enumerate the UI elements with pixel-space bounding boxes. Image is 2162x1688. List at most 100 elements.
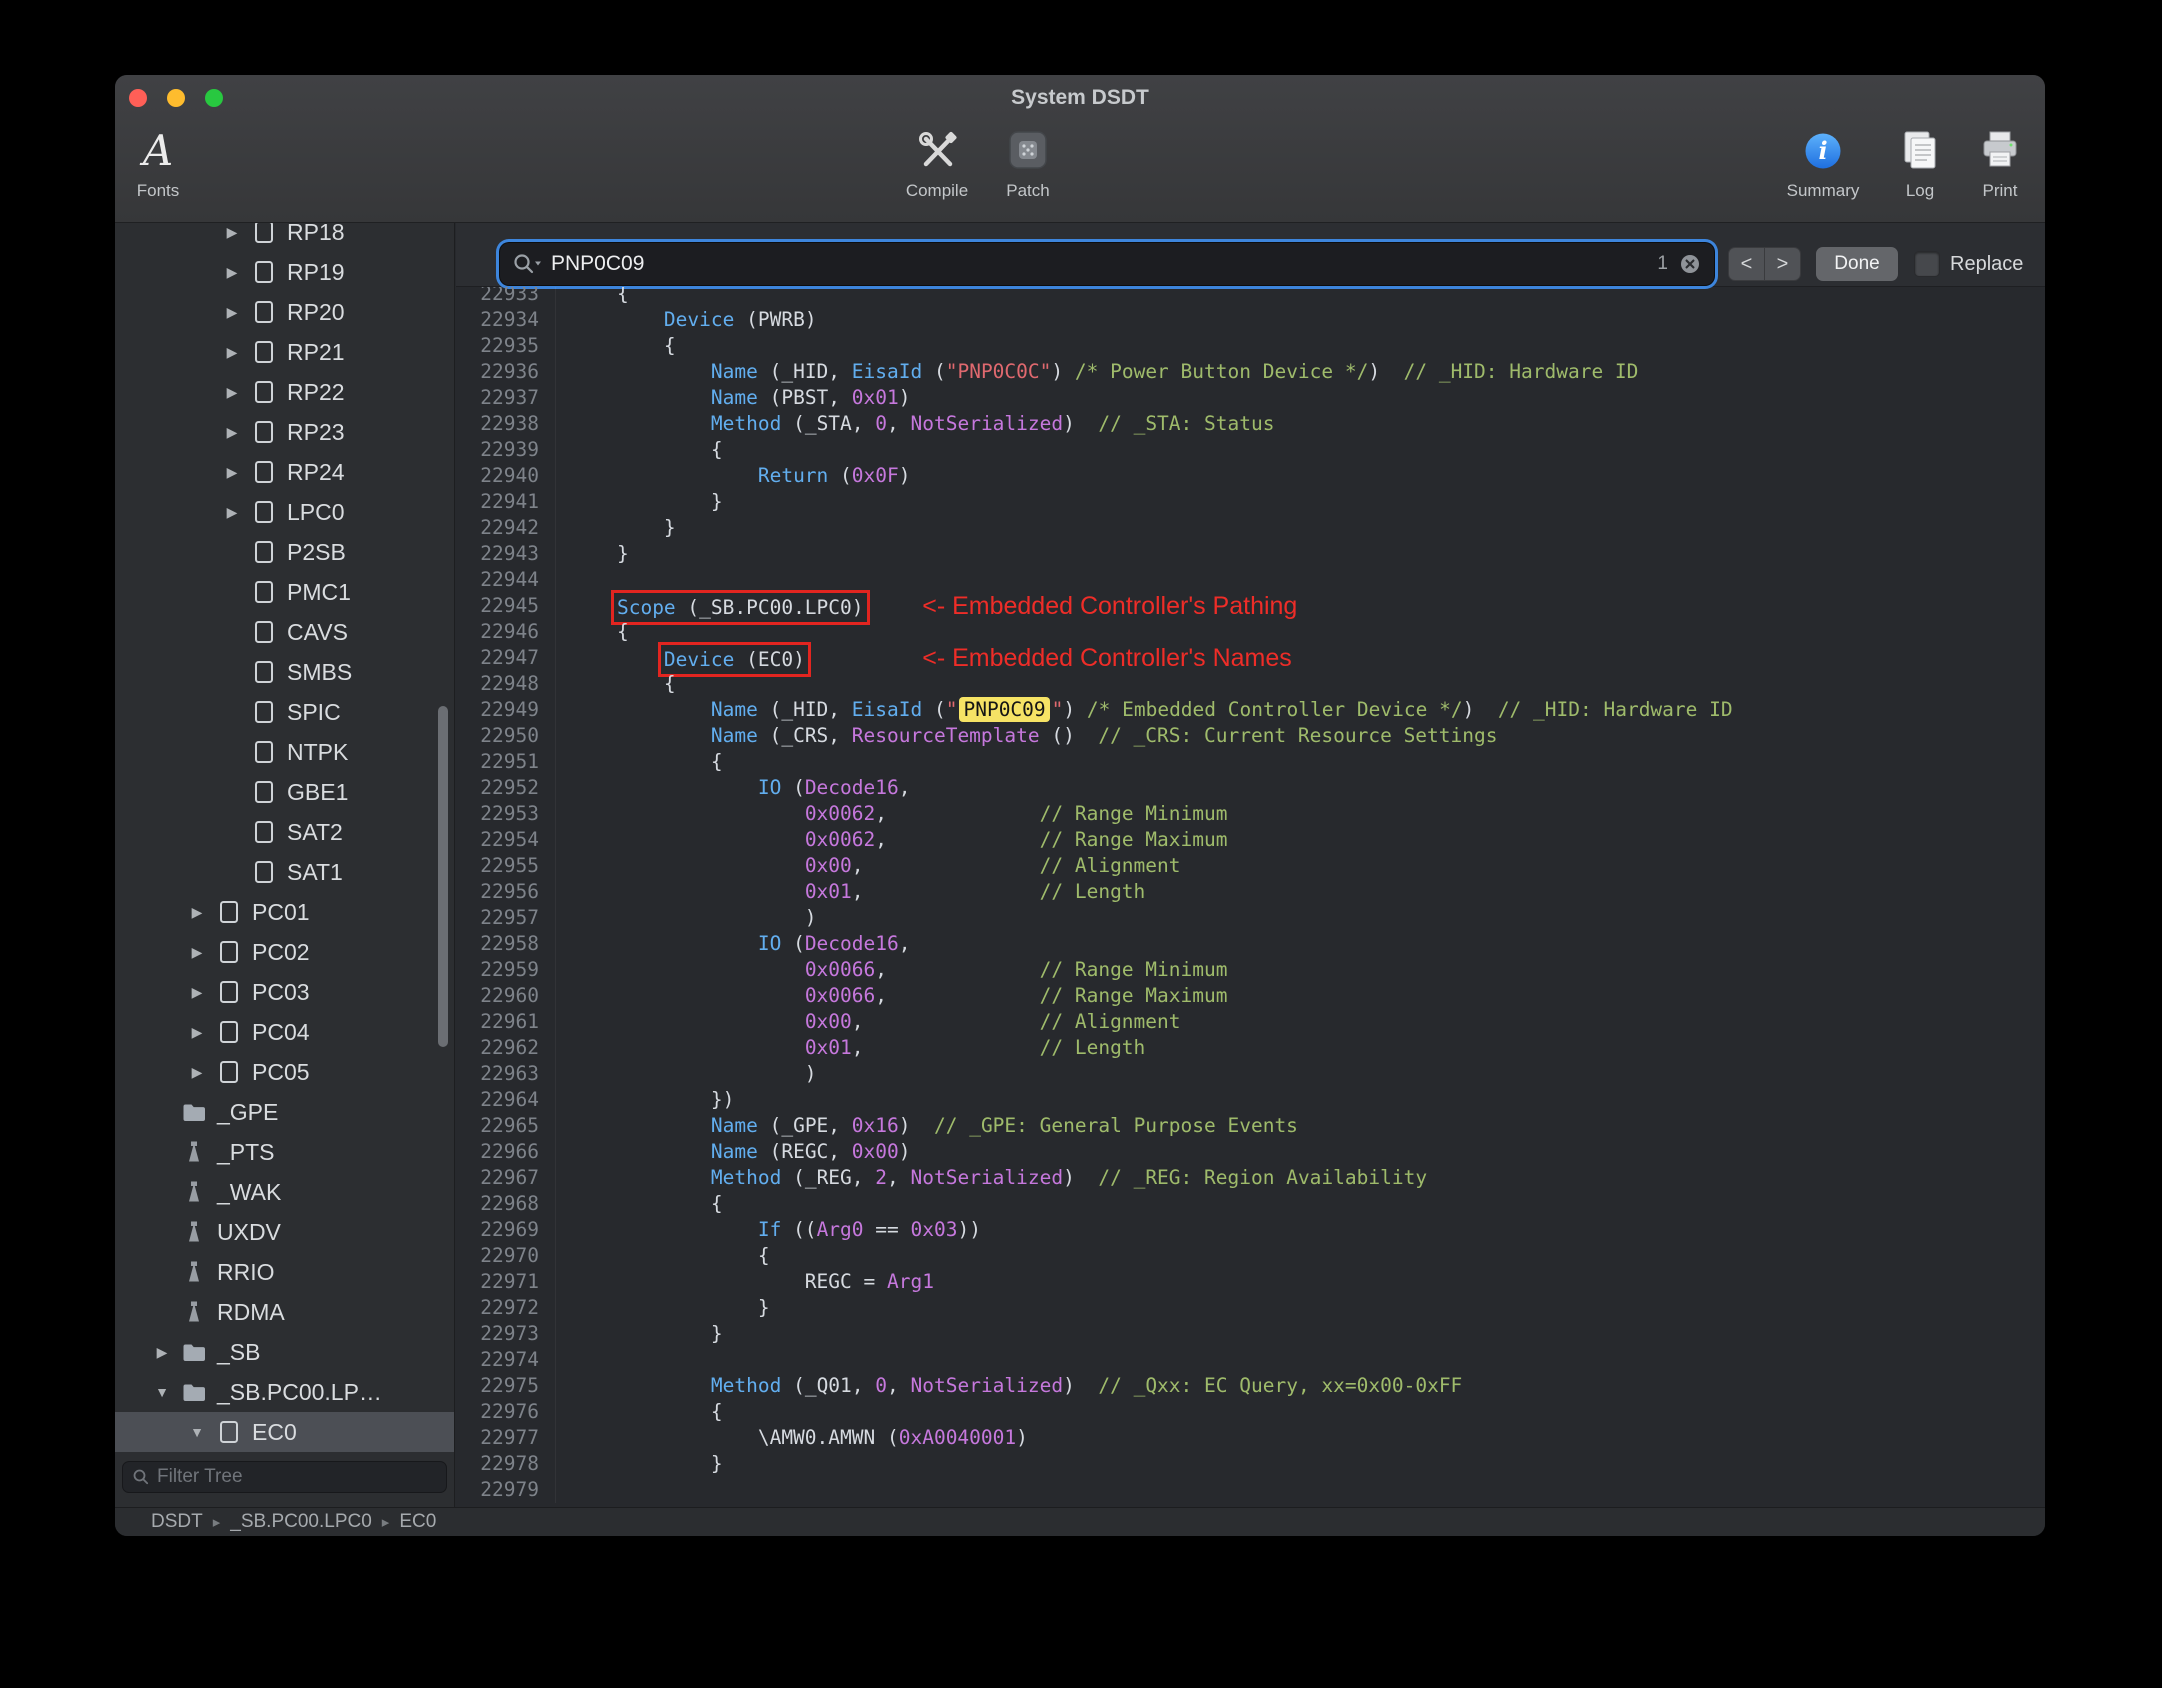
disclosure-right-icon[interactable]: ▶ xyxy=(217,264,247,281)
sidebar-item-rp20[interactable]: ▶ RP20 xyxy=(115,292,454,332)
sidebar-item-rp24[interactable]: ▶ RP24 xyxy=(115,452,454,492)
sidebar-item-spic[interactable]: SPIC xyxy=(115,692,454,732)
line-number: 22972 xyxy=(456,1295,556,1321)
sidebar-item-rp23[interactable]: ▶ RP23 xyxy=(115,412,454,452)
sidebar-item-pc02[interactable]: ▶ PC02 xyxy=(115,932,454,972)
sidebar-item-ec0[interactable]: ▼ EC0 xyxy=(115,1412,454,1452)
sidebar-item-lpc0[interactable]: ▶ LPC0 xyxy=(115,492,454,532)
sidebar-item-pc04[interactable]: ▶ PC04 xyxy=(115,1012,454,1052)
breadcrumb-separator: ▸ xyxy=(381,1514,390,1531)
doc-icon xyxy=(251,459,277,485)
line-content: 0x0062, // Range Minimum xyxy=(804,802,1228,825)
disclosure-right-icon[interactable]: ▶ xyxy=(217,504,247,521)
sidebar-item-rrio[interactable]: RRIO xyxy=(115,1252,454,1292)
sidebar-item-wak[interactable]: _WAK xyxy=(115,1172,454,1212)
sidebar-item-pc01[interactable]: ▶ PC01 xyxy=(115,892,454,932)
sidebar-item-label: RP20 xyxy=(287,298,345,325)
sidebar-item-ntpk[interactable]: NTPK xyxy=(115,732,454,772)
line-number: 22978 xyxy=(456,1451,556,1477)
find-previous-button[interactable]: < xyxy=(1728,247,1765,281)
breadcrumb-item[interactable]: EC0 xyxy=(399,1511,436,1533)
sidebar-item-pmc1[interactable]: PMC1 xyxy=(115,572,454,612)
filter-tree-input[interactable] xyxy=(157,1466,437,1488)
disclosure-right-icon[interactable]: ▶ xyxy=(217,384,247,401)
disclosure-right-icon[interactable]: ▶ xyxy=(147,1344,177,1361)
find-next-button[interactable]: > xyxy=(1764,247,1801,281)
code-editor[interactable]: 22933 {22934 Device (PWRB) 22935 {22936 N… xyxy=(456,287,2045,1507)
sidebar-item-rp21[interactable]: ▶ RP21 xyxy=(115,332,454,372)
done-button[interactable]: Done xyxy=(1816,247,1898,281)
code-lines: 22933 {22934 Device (PWRB) 22935 {22936 N… xyxy=(456,287,2045,1503)
disclosure-right-icon[interactable]: ▶ xyxy=(182,944,212,961)
sidebar-item-rp18[interactable]: ▶ RP18 xyxy=(115,223,454,252)
sidebar-item-label: RP18 xyxy=(287,223,345,245)
breadcrumb-separator: ▸ xyxy=(212,1514,221,1531)
search-field[interactable]: 1 xyxy=(500,243,1714,285)
sidebar-item-sat2[interactable]: SAT2 xyxy=(115,812,454,852)
line-content: }) xyxy=(570,1088,735,1111)
disclosure-right-icon[interactable]: ▶ xyxy=(217,304,247,321)
sidebar-item-rp19[interactable]: ▶ RP19 xyxy=(115,252,454,292)
disclosure-down-icon[interactable]: ▼ xyxy=(182,1424,212,1440)
sidebar-item-rdma[interactable]: RDMA xyxy=(115,1292,454,1332)
sidebar-item-rp22[interactable]: ▶ RP22 xyxy=(115,372,454,412)
clear-search-icon[interactable] xyxy=(1678,252,1702,276)
toolbar-item-label: Patch xyxy=(1006,181,1050,200)
doc-icon xyxy=(216,1419,242,1445)
doc-icon xyxy=(251,739,277,765)
toolbar-item-fonts[interactable]: A Fonts xyxy=(115,123,218,201)
sidebar-item-cavs[interactable]: CAVS xyxy=(115,612,454,652)
line-content: Method (_REG, 2, NotSerialized) // _REG:… xyxy=(710,1166,1428,1189)
code-line-22965: 22965 Name (_GPE, 0x16) // _GPE: General… xyxy=(456,1113,2045,1139)
disclosure-right-icon[interactable]: ▶ xyxy=(217,344,247,361)
line-content: Name (_HID, EisaId ("PNP0C0C") /* Power … xyxy=(710,360,1639,383)
line-number: 22979 xyxy=(456,1477,556,1503)
line-content: 0x00, // Alignment xyxy=(804,854,1181,877)
sidebar-item-sbpc00lp[interactable]: ▼ _SB.PC00.LP… xyxy=(115,1372,454,1412)
doc-icon xyxy=(251,419,277,445)
disclosure-right-icon[interactable]: ▶ xyxy=(182,1024,212,1041)
sidebar-item-label: PC03 xyxy=(252,978,310,1005)
sidebar-item-uxdv[interactable]: UXDV xyxy=(115,1212,454,1252)
line-number: 22933 xyxy=(456,287,556,307)
line-content xyxy=(556,1347,570,1373)
code-line-22966: 22966 Name (REGC, 0x00) xyxy=(456,1139,2045,1165)
line-content: { xyxy=(570,287,629,305)
toolbar-item-print[interactable]: Print xyxy=(1940,123,2045,201)
sidebar-item-smbs[interactable]: SMBS xyxy=(115,652,454,692)
disclosure-right-icon[interactable]: ▶ xyxy=(182,1064,212,1081)
sidebar-item-label: RP22 xyxy=(287,378,345,405)
code-line-22949: 22949 Name (_HID, EisaId (" PNP0C09 ") /* … xyxy=(456,697,2045,723)
disclosure-right-icon[interactable]: ▶ xyxy=(217,464,247,481)
sidebar-item-pc03[interactable]: ▶ PC03 xyxy=(115,972,454,1012)
line-content: } xyxy=(570,490,723,513)
fonts-icon: A xyxy=(142,126,174,175)
log-icon xyxy=(1897,123,1943,179)
breadcrumb-item[interactable]: _SB.PC00.LPC0 xyxy=(230,1511,372,1533)
toolbar-item-patch[interactable]: Patch xyxy=(968,123,1088,201)
sidebar-item-pc05[interactable]: ▶ PC05 xyxy=(115,1052,454,1092)
sidebar-item-label: RRIO xyxy=(217,1258,275,1285)
sidebar-item-pts[interactable]: _PTS xyxy=(115,1132,454,1172)
toolbar-item-label: Summary xyxy=(1786,181,1860,200)
filter-tree-field[interactable] xyxy=(122,1461,447,1493)
sidebar-item-sat1[interactable]: SAT1 xyxy=(115,852,454,892)
svg-text:i: i xyxy=(1818,136,1827,165)
sidebar-item-gbe1[interactable]: GBE1 xyxy=(115,772,454,812)
sidebar-item-p2sb[interactable]: P2SB xyxy=(115,532,454,572)
sidebar-item-sb[interactable]: ▶ _SB xyxy=(115,1332,454,1372)
disclosure-right-icon[interactable]: ▶ xyxy=(217,224,247,241)
disclosure-right-icon[interactable]: ▶ xyxy=(182,984,212,1001)
search-menu-icon[interactable] xyxy=(512,252,544,276)
disclosure-right-icon[interactable]: ▶ xyxy=(182,904,212,921)
sidebar-scrollbar[interactable] xyxy=(438,706,448,1047)
replace-checkbox[interactable] xyxy=(1914,251,1940,277)
disclosure-down-icon[interactable]: ▼ xyxy=(147,1384,177,1400)
search-input[interactable] xyxy=(544,252,1658,276)
sidebar-item-gpe[interactable]: _GPE xyxy=(115,1092,454,1132)
line-content: { xyxy=(570,672,676,695)
breadcrumb-item[interactable]: DSDT xyxy=(151,1511,203,1533)
toolbar: A Fonts Compile Patch i Summary Log Print xyxy=(115,75,2045,223)
code-line-22951: 22951 { xyxy=(456,749,2045,775)
disclosure-right-icon[interactable]: ▶ xyxy=(217,424,247,441)
